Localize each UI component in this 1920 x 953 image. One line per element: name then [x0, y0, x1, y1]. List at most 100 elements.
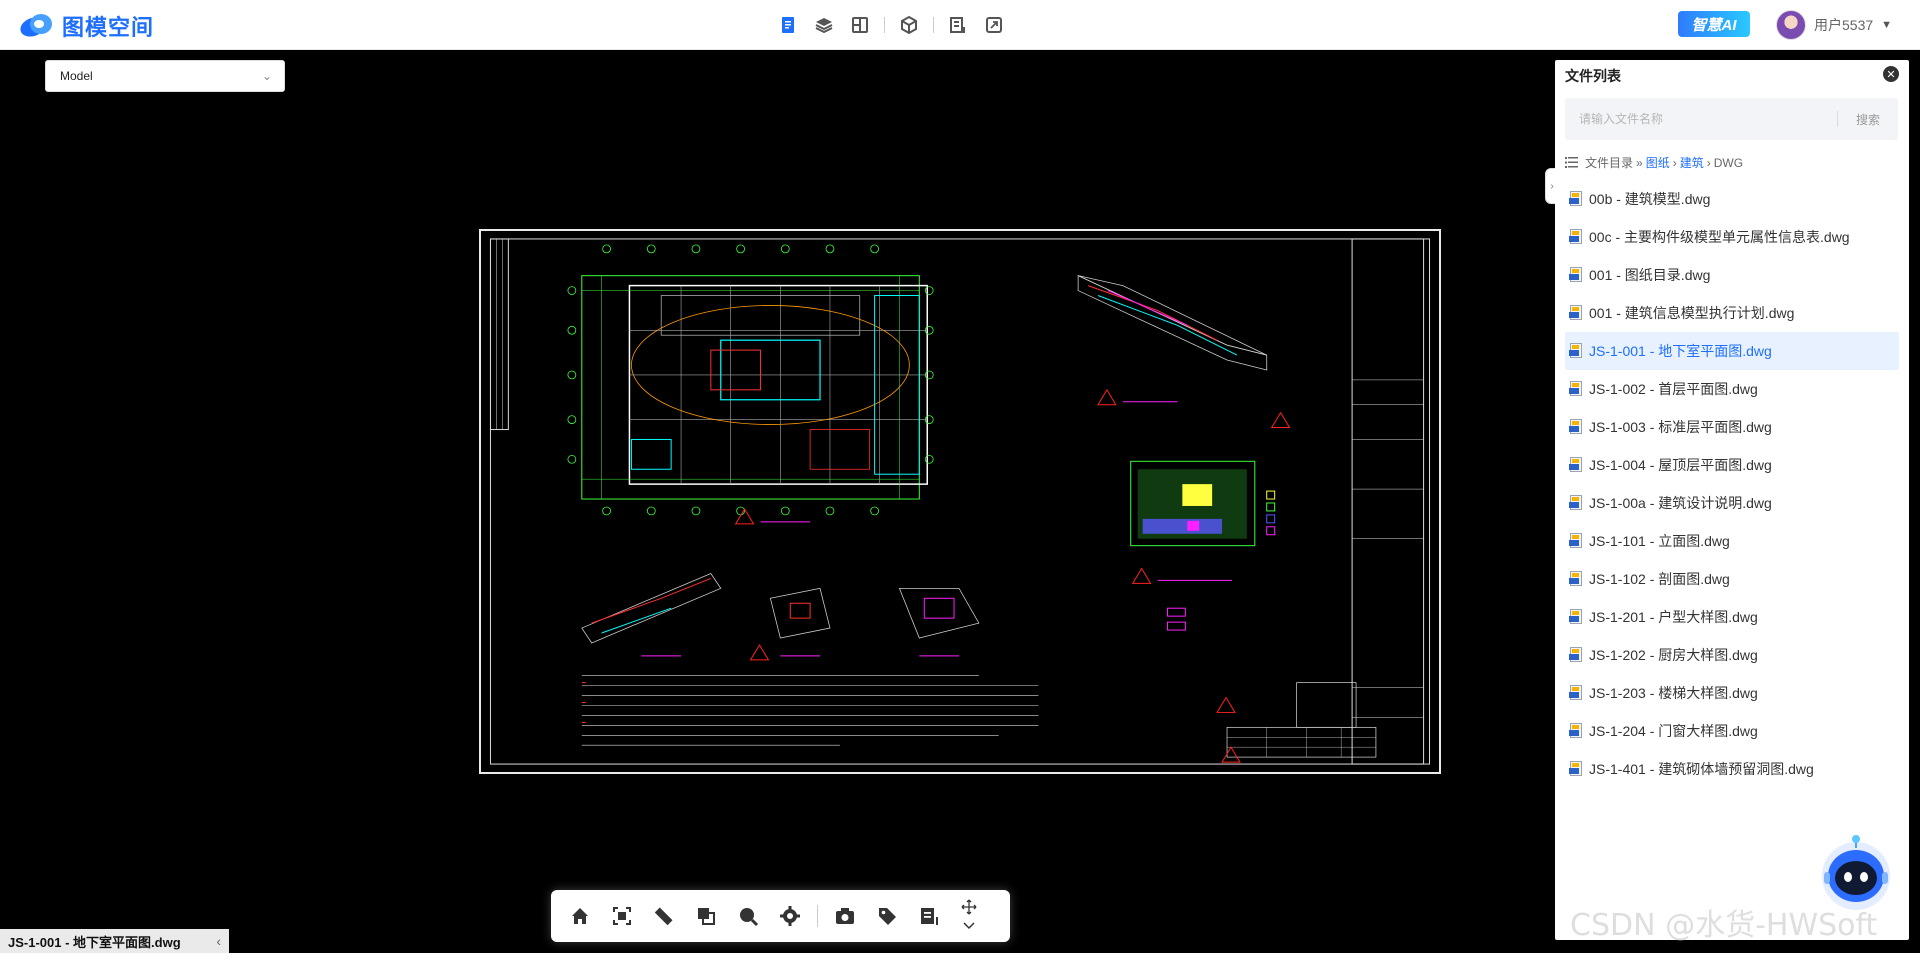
- file-name: 001 - 建筑信息模型执行计划.dwg: [1589, 305, 1795, 321]
- close-icon[interactable]: ✕: [1883, 66, 1899, 82]
- dwg-canvas[interactable]: [479, 229, 1441, 774]
- file-list-item[interactable]: JS-1-001 - 地下室平面图.dwg: [1565, 332, 1899, 370]
- file-list-item[interactable]: JS-1-101 - 立面图.dwg: [1565, 522, 1899, 560]
- dwg-file-icon: [1569, 305, 1583, 321]
- chevron-right-icon: ›: [1672, 155, 1677, 170]
- file-list: 00b - 建筑模型.dwg 00c - 主要构件级模型单元属性信息表.dwg 00…: [1565, 180, 1899, 788]
- dwg-file-icon: [1569, 419, 1583, 435]
- file-name: JS-1-00a - 建筑设计说明.dwg: [1589, 495, 1772, 511]
- move-control[interactable]: [952, 892, 986, 940]
- file-list-item[interactable]: JS-1-202 - 厨房大样图.dwg: [1565, 636, 1899, 674]
- file-name: JS-1-203 - 楼梯大样图.dwg: [1589, 685, 1758, 701]
- toolbar-divider: [884, 17, 885, 33]
- search-button[interactable]: 搜索: [1838, 111, 1898, 128]
- file-list-item[interactable]: JS-1-401 - 建筑砌体墙预留洞图.dwg: [1565, 750, 1899, 788]
- file-list-item[interactable]: JS-1-003 - 标准层平面图.dwg: [1565, 408, 1899, 446]
- top-toolbar: [770, 12, 1012, 38]
- fullscreen-icon[interactable]: [976, 12, 1012, 38]
- dwg-file-icon: [1569, 761, 1583, 777]
- search-input[interactable]: [1565, 98, 1837, 140]
- active-file-tab[interactable]: JS-1-001 - 地下室平面图.dwg ‹: [0, 929, 229, 953]
- file-list-item[interactable]: 001 - 建筑信息模型执行计划.dwg: [1565, 294, 1899, 332]
- breadcrumb-item[interactable]: 建筑: [1680, 154, 1704, 171]
- viewer-toolbar: [551, 890, 1010, 942]
- file-name: 001 - 图纸目录.dwg: [1589, 267, 1711, 283]
- dwg-file-icon: [1569, 229, 1583, 245]
- fit-view-icon[interactable]: [603, 897, 641, 935]
- file-name: JS-1-003 - 标准层平面图.dwg: [1589, 419, 1772, 435]
- list-icon: [1565, 157, 1578, 168]
- list-icon[interactable]: [910, 897, 948, 935]
- model-select-value: Model: [60, 69, 93, 83]
- file-list-item[interactable]: JS-1-201 - 户型大样图.dwg: [1565, 598, 1899, 636]
- file-name: JS-1-201 - 户型大样图.dwg: [1589, 609, 1758, 625]
- app-logo[interactable]: 图模空间: [17, 10, 155, 42]
- dwg-file-icon: [1569, 609, 1583, 625]
- dwg-file-icon: [1569, 533, 1583, 549]
- file-name: JS-1-102 - 剖面图.dwg: [1589, 571, 1730, 587]
- search-zoom-icon[interactable]: [729, 897, 767, 935]
- file-list-item[interactable]: JS-1-004 - 屋顶层平面图.dwg: [1565, 446, 1899, 484]
- caret-down-icon: ▼: [1881, 19, 1893, 31]
- file-list-item[interactable]: 00b - 建筑模型.dwg: [1565, 180, 1899, 218]
- model-select[interactable]: Model ⌄: [45, 60, 285, 92]
- list-icon[interactable]: [940, 12, 976, 38]
- file-name: JS-1-001 - 地下室平面图.dwg: [1589, 343, 1772, 359]
- file-list-item[interactable]: JS-1-002 - 首层平面图.dwg: [1565, 370, 1899, 408]
- active-file-name: JS-1-001 - 地下室平面图.dwg: [8, 934, 181, 950]
- breadcrumb-item[interactable]: 图纸: [1646, 154, 1670, 171]
- chevron-left-icon[interactable]: ‹: [216, 933, 221, 949]
- file-name: 00b - 建筑模型.dwg: [1589, 191, 1711, 207]
- smart-ai-button[interactable]: 智慧AI: [1678, 11, 1750, 37]
- file-list-item[interactable]: 001 - 图纸目录.dwg: [1565, 256, 1899, 294]
- camera-icon[interactable]: [826, 897, 864, 935]
- document-icon[interactable]: [770, 12, 806, 38]
- file-name: 00c - 主要构件级模型单元属性信息表.dwg: [1589, 229, 1850, 245]
- dwg-file-icon: [1569, 267, 1583, 283]
- file-name: JS-1-202 - 厨房大样图.dwg: [1589, 647, 1758, 663]
- chevron-down-icon: [963, 922, 975, 930]
- file-name: JS-1-002 - 首层平面图.dwg: [1589, 381, 1758, 397]
- file-list-item[interactable]: JS-1-102 - 剖面图.dwg: [1565, 560, 1899, 598]
- dwg-file-icon: [1569, 457, 1583, 473]
- dwg-file-icon: [1569, 685, 1583, 701]
- layers-icon[interactable]: [806, 12, 842, 38]
- move-icon: [961, 899, 977, 915]
- breadcrumb-root[interactable]: 文件目录: [1585, 154, 1633, 171]
- file-list-panel: 文件列表 ✕ 搜索 文件目录 » 图纸 › 建筑 › DWG 00b - 建筑模…: [1555, 60, 1909, 940]
- home-icon[interactable]: [561, 897, 599, 935]
- file-list-item[interactable]: JS-1-204 - 门窗大样图.dwg: [1565, 712, 1899, 750]
- file-name: JS-1-004 - 屋顶层平面图.dwg: [1589, 457, 1772, 473]
- chevron-right-icon: ›: [1706, 155, 1711, 170]
- dwg-drawing: [489, 238, 1431, 765]
- breadcrumb-item: DWG: [1713, 155, 1744, 170]
- avatar: [1776, 10, 1806, 40]
- app-header: 图模空间 智慧AI 用户5537 ▼: [0, 0, 1920, 50]
- toolbar-divider: [933, 17, 934, 33]
- layout-icon[interactable]: [842, 12, 878, 38]
- user-menu[interactable]: 用户5537 ▼: [1776, 10, 1892, 40]
- compare-icon[interactable]: [687, 897, 725, 935]
- file-list-item[interactable]: JS-1-00a - 建筑设计说明.dwg: [1565, 484, 1899, 522]
- user-name: 用户5537: [1814, 17, 1874, 33]
- chevron-down-icon: ⌄: [261, 69, 272, 83]
- dwg-file-icon: [1569, 495, 1583, 511]
- dwg-file-icon: [1569, 723, 1583, 739]
- double-chevron-icon: »: [1636, 155, 1643, 170]
- measure-ruler-icon[interactable]: [645, 897, 683, 935]
- logo-text: 图模空间: [62, 15, 155, 40]
- file-list-item[interactable]: JS-1-203 - 楼梯大样图.dwg: [1565, 674, 1899, 712]
- watermark: CSDN @水货-HWSoft: [1570, 908, 1878, 943]
- dwg-file-icon: [1569, 191, 1583, 207]
- chevron-right-icon: ›: [1550, 180, 1554, 192]
- file-name: JS-1-401 - 建筑砌体墙预留洞图.dwg: [1589, 761, 1814, 777]
- settings-icon[interactable]: [771, 897, 809, 935]
- package-icon[interactable]: [891, 12, 927, 38]
- file-name: JS-1-204 - 门窗大样图.dwg: [1589, 723, 1758, 739]
- tag-icon[interactable]: [868, 897, 906, 935]
- logo-icon: [17, 12, 56, 40]
- breadcrumb: 文件目录 » 图纸 › 建筑 › DWG: [1565, 154, 1743, 171]
- toolbar-divider: [817, 905, 818, 927]
- file-name: JS-1-101 - 立面图.dwg: [1589, 533, 1730, 549]
- file-list-item[interactable]: 00c - 主要构件级模型单元属性信息表.dwg: [1565, 218, 1899, 256]
